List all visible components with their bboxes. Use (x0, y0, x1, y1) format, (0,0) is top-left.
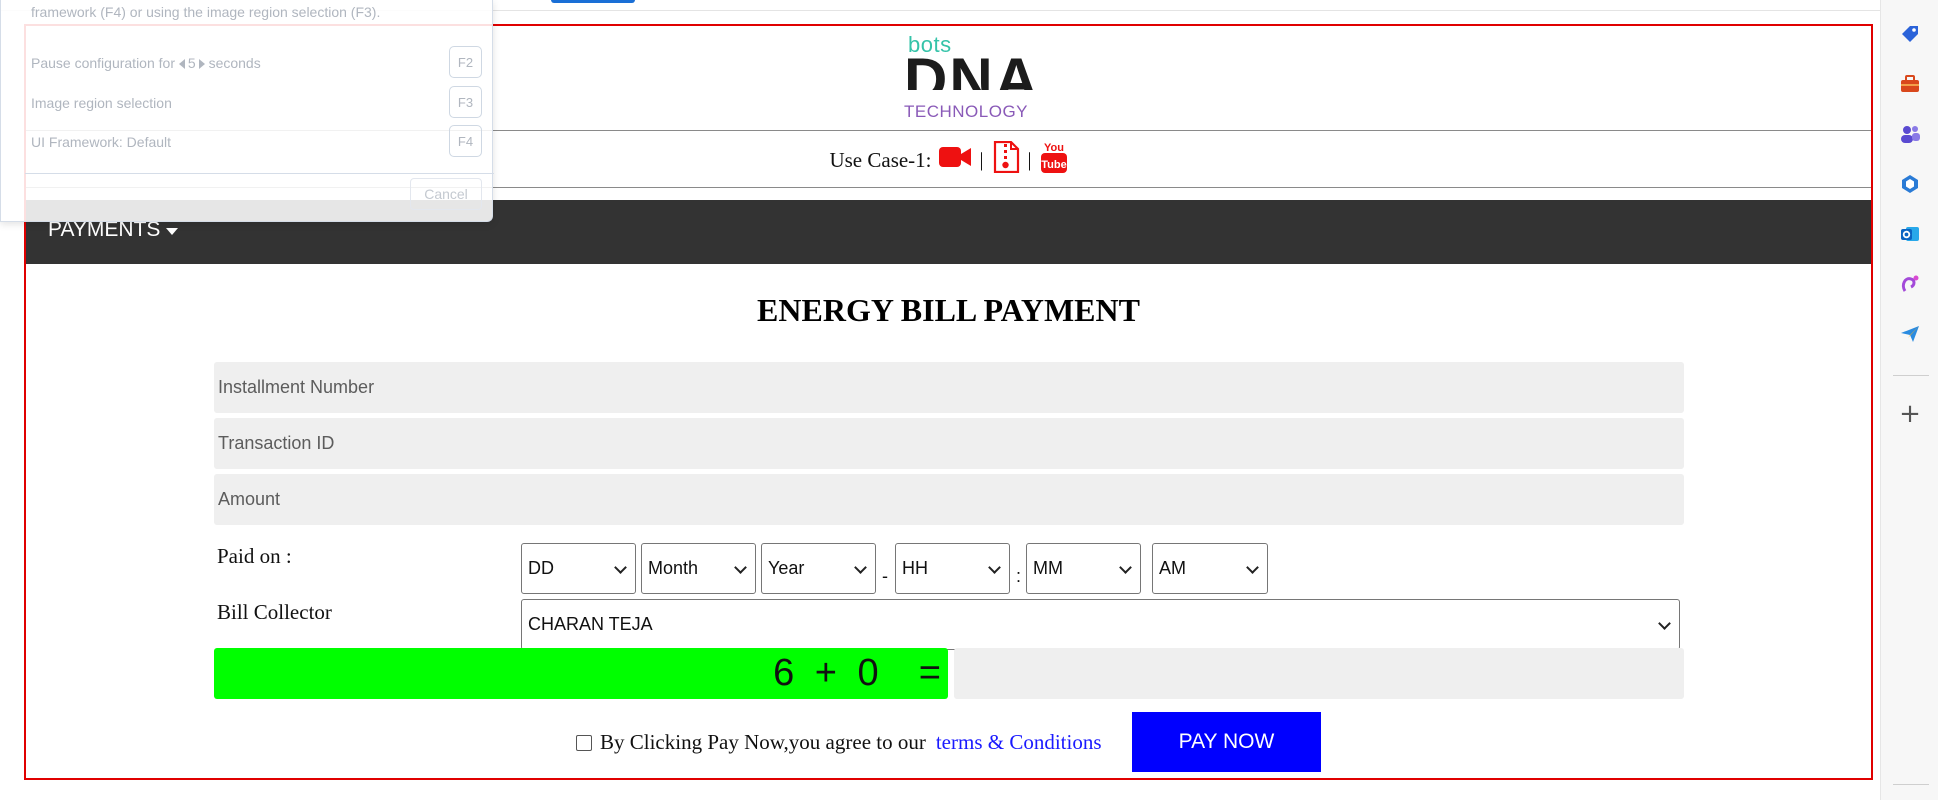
installment-number-input[interactable]: Installment Number (214, 362, 1684, 413)
logo-stripe (882, 90, 1042, 100)
date-time-dash: - (882, 566, 888, 586)
minute-select-value: MM (1033, 558, 1063, 578)
ui-framework-label: UI Framework: Default (31, 134, 172, 150)
send-icon[interactable] (1898, 322, 1922, 346)
am-pm-select-value: AM (1159, 558, 1186, 578)
month-select-value: Month (648, 558, 699, 578)
briefcase-icon[interactable] (1898, 72, 1922, 96)
chevron-down-icon (1246, 561, 1259, 574)
terms-checkbox[interactable] (576, 734, 592, 751)
day-select[interactable]: DD (521, 543, 636, 594)
year-select[interactable]: Year (761, 543, 876, 594)
am-pm-select[interactable]: AM (1152, 543, 1268, 594)
add-icon[interactable]: + (1898, 399, 1922, 429)
use-case-label: Use Case-1: (829, 147, 932, 172)
pause-seconds-value[interactable]: 5 (188, 55, 196, 71)
decrement-arrow-icon[interactable] (178, 59, 185, 70)
pay-now-button[interactable]: PAY NOW (1132, 712, 1321, 772)
caret-down-icon (166, 227, 179, 235)
amount-placeholder: Amount (218, 489, 281, 509)
video-camera-icon[interactable] (938, 145, 972, 175)
panel-divider (25, 173, 494, 174)
sidebar-divider (1893, 375, 1929, 376)
designer-icon[interactable] (1898, 272, 1922, 296)
day-select-value: DD (528, 558, 554, 578)
panel-hint-text: framework (F4) or using the image region… (31, 4, 381, 20)
outlook-icon[interactable] (1898, 222, 1922, 246)
svg-text:Tube: Tube (1041, 159, 1066, 171)
separator: | (1027, 148, 1032, 171)
recorder-config-panel: framework (F4) or using the image region… (0, 0, 494, 222)
captcha-text: 6 + 0 = (773, 652, 942, 694)
tag-icon[interactable] (1898, 22, 1922, 46)
paid-on-label: Paid on : (217, 544, 292, 568)
f2-key-button[interactable]: F2 (449, 46, 482, 78)
svg-text:You: You (1044, 142, 1064, 154)
month-select[interactable]: Month (641, 543, 756, 594)
bill-collector-select[interactable]: CHARAN TEJA (521, 599, 1680, 650)
agree-text: By Clicking Pay Now,you agree to our (600, 730, 926, 754)
chevron-down-icon (1658, 617, 1671, 630)
cancel-button[interactable]: Cancel (410, 178, 482, 210)
logo-technology-text: TECHNOLOGY (904, 102, 1029, 121)
captcha-display: 6 + 0 = (214, 648, 948, 699)
terms-agreement: By Clicking Pay Now,you agree to our ter… (576, 730, 1102, 755)
browser-viewport: { "logo": { "small": "bots", "main": "DN… (0, 0, 1938, 800)
year-select-value: Year (768, 558, 805, 578)
pause-seconds-label: seconds (208, 55, 261, 71)
chevron-down-icon (854, 561, 867, 574)
f4-key-button[interactable]: F4 (449, 125, 482, 157)
image-region-selection-label: Image region selection (31, 95, 172, 111)
bill-collector-value: CHARAN TEJA (528, 614, 653, 634)
increment-arrow-icon[interactable] (198, 59, 205, 70)
transaction-id-input[interactable]: Transaction ID (214, 418, 1684, 469)
chevron-down-icon (1119, 561, 1132, 574)
youtube-icon[interactable]: You Tube (1040, 140, 1068, 180)
separator: | (979, 148, 984, 171)
hour-select-value: HH (902, 558, 928, 578)
people-icon[interactable] (1898, 122, 1922, 146)
bill-collector-label: Bill Collector (217, 600, 332, 624)
pause-label: Pause configuration for (31, 55, 175, 71)
installment-number-placeholder: Installment Number (218, 377, 375, 397)
page-title: ENERGY BILL PAYMENT (757, 292, 1140, 328)
terms-link[interactable]: terms & Conditions (936, 730, 1102, 755)
toolbar-blue-button[interactable] (551, 0, 635, 3)
hour-select[interactable]: HH (895, 543, 1010, 594)
pause-config-row: Pause configuration for 5 seconds (31, 55, 261, 71)
chevron-down-icon (988, 561, 1001, 574)
minute-select[interactable]: MM (1026, 543, 1141, 594)
captcha-answer-input[interactable] (954, 648, 1684, 699)
f3-key-button[interactable]: F3 (449, 86, 482, 118)
chevron-down-icon (734, 561, 747, 574)
copilot-icon[interactable] (1898, 172, 1922, 196)
zip-file-icon[interactable] (992, 140, 1020, 179)
transaction-id-placeholder: Transaction ID (218, 433, 335, 453)
chevron-down-icon (614, 561, 627, 574)
bots-dna-logo: bots DNA TECHNOLOGY (882, 30, 1042, 126)
time-colon: : (1016, 566, 1022, 586)
browser-sidebar: + (1880, 0, 1938, 800)
amount-input[interactable]: Amount (214, 474, 1684, 525)
sidebar-divider (1893, 784, 1929, 785)
